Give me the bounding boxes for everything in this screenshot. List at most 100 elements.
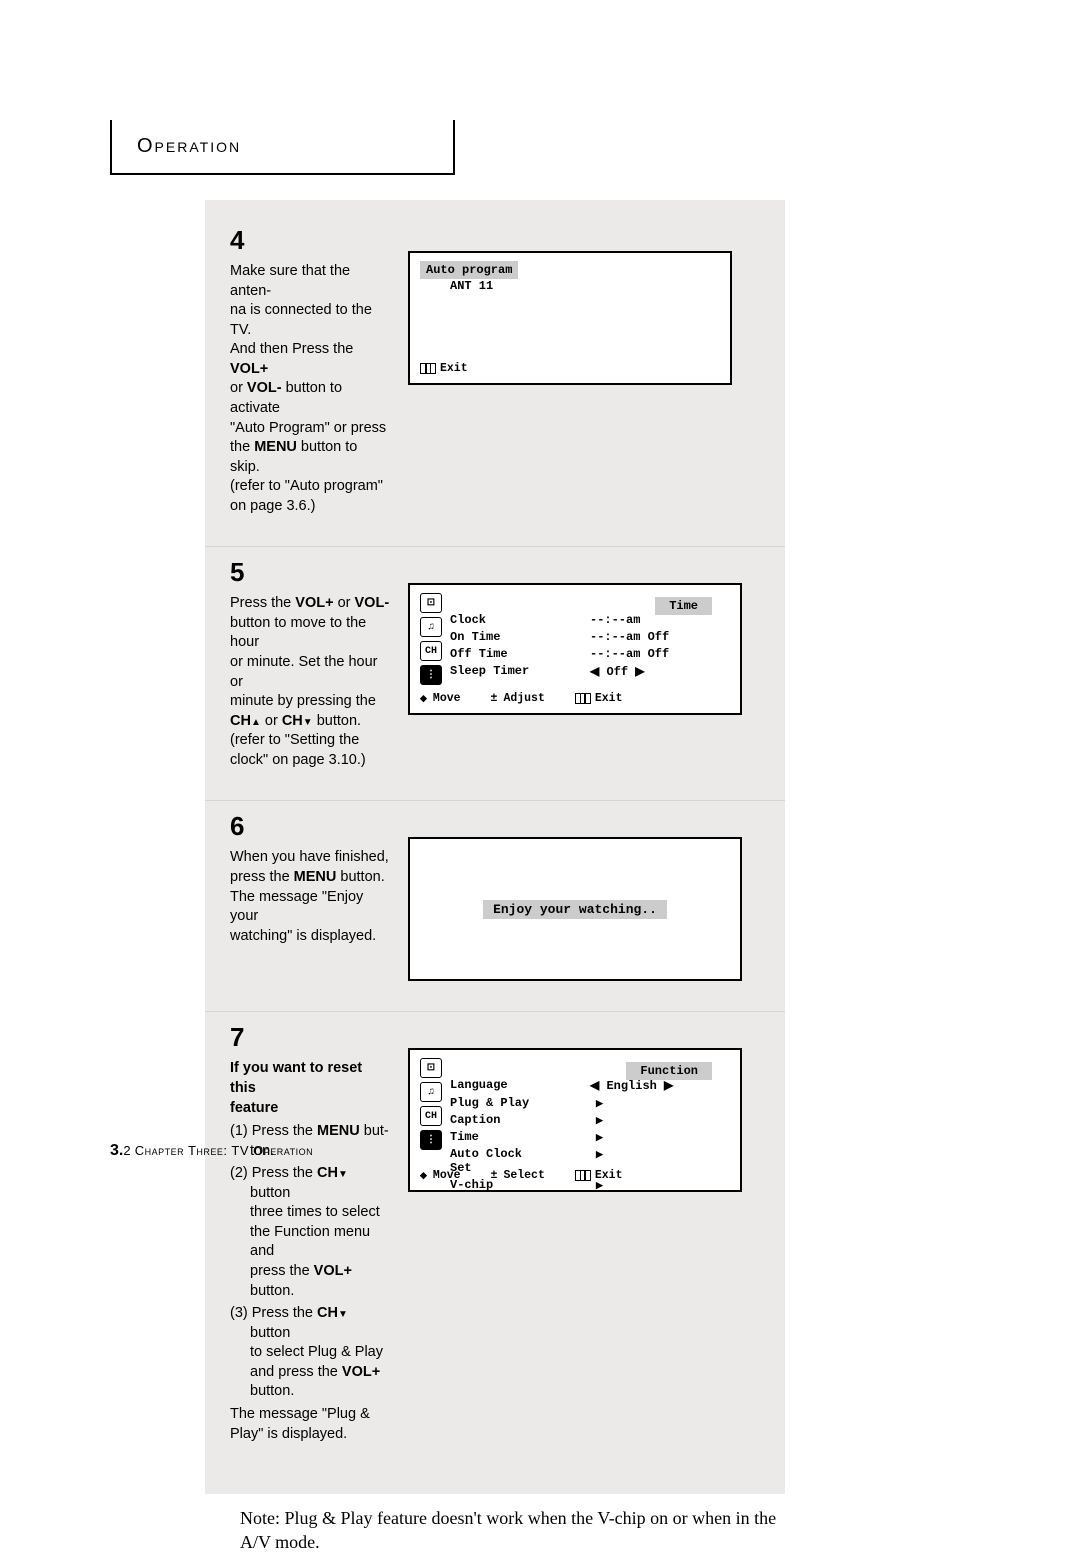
triangle-right-icon [590,1113,603,1127]
t: VOL- [247,380,282,396]
t: Move [433,1169,461,1182]
step-6: 6 When you have finished, press the MENU… [205,801,785,1012]
t: VOL+ [295,595,333,611]
t: press the [230,869,294,885]
osd-label: Sleep Timer [450,664,550,679]
step-text: When you have finished, press the MENU b… [230,848,390,946]
t: three times to select [250,1204,380,1220]
osd-label: Clock [450,613,550,627]
page: Operation 4 Make sure that the anten- na… [0,0,1080,1528]
osd-val: --:--am Off [590,647,669,661]
osd-message: Enjoy your watching.. [483,900,667,919]
osd-label: Off Time [450,647,550,661]
sound-icon: ♫ [420,1082,442,1102]
t: clock" on page 3.10.) [230,752,366,768]
t: the Function menu and [250,1224,370,1260]
step-5: 5 Press the VOL+ or VOL- button to move … [205,547,785,801]
osd-exit: Exit [440,362,468,375]
t: button. [250,1383,294,1399]
t: Select [503,1169,544,1182]
osd-auto-program: Auto program ANT 11 Exit [408,251,732,385]
t: button [250,1185,290,1201]
t: (refer to "Auto program" [230,478,383,494]
t: but- [360,1123,389,1139]
step-number: 7 [230,1022,248,1053]
step-7: 7 If you want to reset this feature (1) … [205,1012,785,1474]
section-tab: Operation [110,120,455,175]
menu-icon [420,363,436,374]
page-footer: 3.2 Chapter Three: TV Operation [110,1142,313,1160]
osd-line: ANT 11 [450,279,493,293]
chapter-label: Chapter Three: TV Operation [131,1143,314,1158]
osd-category-icons: ⊡ ♫ CH ⋮ [420,593,442,685]
function-icon: ⋮ [420,665,442,685]
t: CH [317,1305,338,1321]
osd-label: Time [450,1130,550,1144]
osd-val: --:--am Off [590,630,669,644]
t: button. [313,713,361,729]
t: The message "Enjoy your [230,889,363,925]
picture-icon: ⊡ [420,1058,442,1078]
step-number: 5 [230,557,248,588]
osd-body: Clock --:--am On Time --:--am Off Off Time… [450,613,728,679]
t: CH [230,713,251,729]
t: button [250,1325,290,1341]
triangle-up-icon: ▲ [251,717,261,728]
t: (1) Press the [230,1123,317,1139]
function-icon: ⋮ [420,1130,442,1150]
t: If you want to reset this [230,1060,362,1096]
t: (3) Press the [230,1305,317,1321]
sound-icon: ♫ [420,617,442,637]
osd-category-icons: ⊡ ♫ CH ⋮ [420,1058,442,1150]
t: CH [317,1165,338,1181]
osd-label: On Time [450,630,550,644]
t: English [606,1079,656,1093]
t: (2) Press the [230,1165,317,1181]
page-number-major: 3. [110,1142,123,1159]
osd-val: --:--am [590,613,640,627]
osd-val: ◀ English ▶ [590,1078,673,1093]
triangle-right-icon [590,1130,603,1144]
picture-icon: ⊡ [420,593,442,613]
osd-footer: Move Select Exit [420,1169,622,1182]
osd-val: ◀ Off ▶ [590,664,644,679]
osd-footer: Exit [420,362,468,375]
step-text: Press the VOL+ or VOL- button to move to… [230,594,390,770]
step-number: 6 [230,811,248,842]
t: press the [250,1263,314,1279]
t: Play" is displayed. [230,1426,347,1442]
osd-enjoy: Enjoy your watching.. [408,837,742,981]
osd-exit: Exit [595,692,623,705]
step-text: Make sure that the anten- na is connecte… [230,262,390,516]
osd-select: Select [491,1169,545,1182]
t: The message "Plug & [230,1406,370,1422]
t: feature [230,1100,278,1116]
t: or [334,595,355,611]
triangle-left-icon: ◀ [590,665,599,679]
t: Make sure that the anten- [230,263,350,299]
t: When you have finished, [230,849,389,865]
t: watching" is displayed. [230,928,376,944]
t: button. [336,869,384,885]
triangle-down-icon: ▼ [303,717,313,728]
t: or [261,713,282,729]
t: na is connected to the TV. [230,302,372,338]
t: MENU [294,869,337,885]
t: button. [250,1283,294,1299]
t: or minute. Set the hour or [230,654,378,690]
t: Move [433,692,461,705]
t: Adjust [503,692,544,705]
triangle-down-icon: ▼ [338,1309,348,1320]
t: MENU [254,439,297,455]
t: VOL+ [314,1263,352,1279]
osd-exit: Exit [595,1169,623,1182]
reset-list: (1) Press the MENU but-ton. (2) Press th… [230,1122,390,1402]
step-text: If you want to reset this feature (1) Pr… [230,1059,390,1444]
osd-adjust: Adjust [491,692,545,705]
note: Note: Plug & Play feature doesn't work w… [240,1506,780,1555]
t: button to move to the hour [230,615,366,651]
t: VOL- [355,595,390,611]
t: CH [282,713,303,729]
t: (refer to "Setting the [230,732,359,748]
t: and press the [250,1364,342,1380]
